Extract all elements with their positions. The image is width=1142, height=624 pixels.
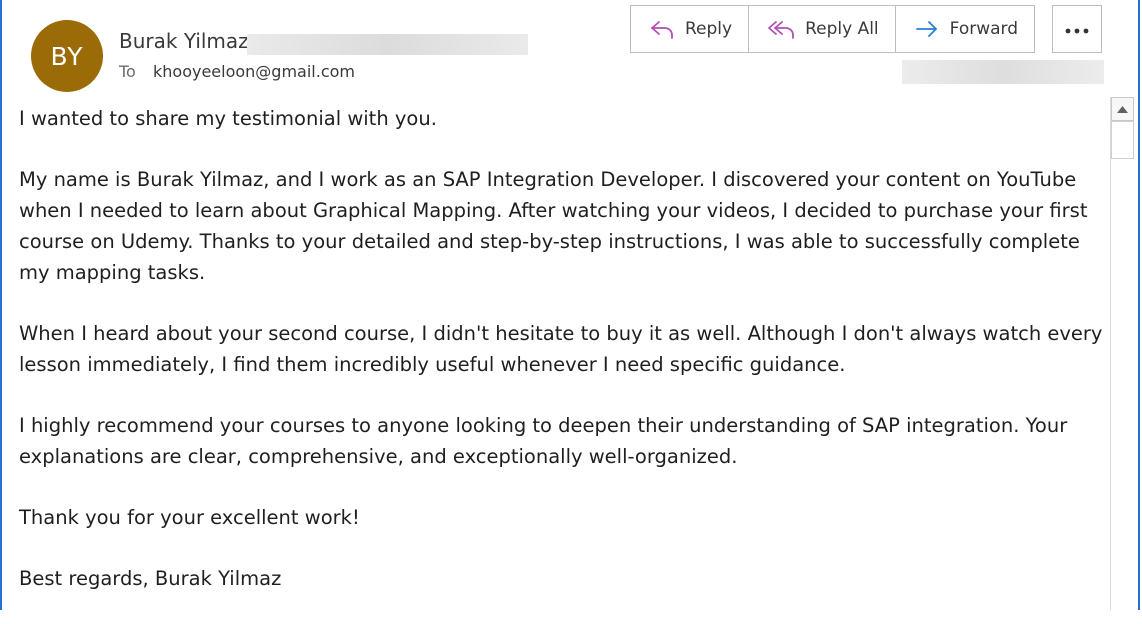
more-actions-button[interactable] [1052, 5, 1102, 53]
body-paragraph-second-course: When I heard about your second course, I… [19, 322, 1103, 376]
message-actions-toolbar: Reply Reply All Forward [630, 5, 1036, 53]
forward-icon [914, 17, 940, 41]
reply-label: Reply [685, 19, 733, 39]
reply-button[interactable]: Reply [631, 6, 750, 52]
recipient-address[interactable]: khooyeeloon@gmail.com [153, 62, 355, 81]
body-paragraph-background: My name is Burak Yilmaz, and I work as a… [19, 168, 1088, 284]
sender-name[interactable]: Burak Yilmaz [119, 29, 249, 53]
reply-all-label: Reply All [805, 19, 879, 39]
avatar-initials: BY [50, 41, 84, 71]
to-label: To [119, 62, 136, 81]
body-paragraph-signature: Best regards, Burak Yilmaz [19, 567, 282, 590]
reply-all-button[interactable]: Reply All [749, 6, 896, 52]
reply-icon [649, 17, 675, 41]
ellipsis-icon [1064, 20, 1090, 39]
forward-button[interactable]: Forward [896, 6, 1034, 52]
vertical-scrollbar[interactable] [1110, 97, 1135, 610]
avatar: BY [31, 20, 103, 92]
body-paragraph-intro: I wanted to share my testimonial with yo… [19, 107, 437, 130]
forward-label: Forward [949, 19, 1019, 39]
redacted-sender-email [247, 34, 528, 55]
reply-all-icon [767, 17, 795, 41]
body-paragraph-recommendation: I highly recommend your courses to anyon… [19, 414, 1068, 468]
message-body: I wanted to share my testimonial with yo… [19, 103, 1104, 624]
scroll-thumb[interactable] [1111, 121, 1134, 159]
scroll-up-arrow-icon[interactable] [1111, 97, 1134, 121]
body-paragraph-thanks: Thank you for your excellent work! [19, 506, 360, 529]
redacted-timestamp [902, 60, 1104, 84]
